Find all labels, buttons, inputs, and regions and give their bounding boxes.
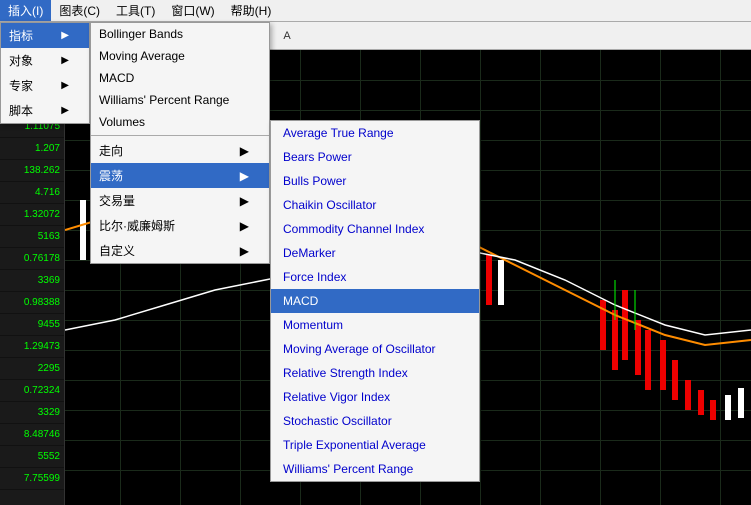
price-value: 1.29473 [0,336,64,358]
menu-item-moving-avg[interactable]: Moving Average [91,45,269,67]
menu-item-bears-power[interactable]: Bears Power [271,145,479,169]
price-value: 138.262 [0,160,64,182]
menu-item-scripts[interactable]: 脚本 ▶ [1,98,89,123]
price-value: 0.76178 [0,248,64,270]
price-value: 2295 [0,358,64,380]
menu-item-atr[interactable]: Average True Range [271,121,479,145]
price-value: 5163 [0,226,64,248]
menu-tools[interactable]: 工具(T) [108,0,163,21]
menu-window[interactable]: 窗口(W) [163,0,222,21]
menu-item-objects[interactable]: 对象 ▶ [1,48,89,73]
arrow-icon: ▶ [240,169,249,183]
menu-item-force-index[interactable]: Force Index [271,265,479,289]
price-value: 7.75599 [0,468,64,490]
arrow-icon: ▶ [240,219,249,233]
menu-item-custom[interactable]: 自定义 ▶ [91,238,269,263]
menu-item-indicators[interactable]: 指标 ▶ [1,23,89,48]
arrow-icon: ▶ [240,194,249,208]
price-value: 3369 [0,270,64,292]
dropdown-insert: 指标 ▶ 对象 ▶ 专家 ▶ 脚本 ▶ [0,22,90,124]
price-value: 1.207 [0,138,64,160]
menu-help[interactable]: 帮助(H) [223,0,280,21]
dropdown-indicators: Bollinger Bands Moving Average MACD Will… [90,22,270,264]
price-value: 9455 [0,314,64,336]
menu-item-tea[interactable]: Triple Exponential Average [271,433,479,457]
menu-item-mao[interactable]: Moving Average of Oscillator [271,337,479,361]
arrow-icon: ▶ [240,144,249,158]
menu-item-bulls-power[interactable]: Bulls Power [271,169,479,193]
menu-item-wpr[interactable]: Williams' Percent Range [271,457,479,481]
price-value: 0.98388 [0,292,64,314]
menu-item-bollinger[interactable]: Bollinger Bands [91,23,269,45]
menu-chart[interactable]: 图表(C) [51,0,108,21]
price-value: 4.716 [0,182,64,204]
dropdown-oscillators: Average True Range Bears Power Bulls Pow… [270,120,480,482]
menu-item-rsi[interactable]: Relative Strength Index [271,361,479,385]
menu-item-trend[interactable]: 走向 ▶ [91,138,269,163]
menu-item-macd-osc[interactable]: MACD [271,289,479,313]
arrow-icon: ▶ [61,105,69,116]
menu-item-macd[interactable]: MACD [91,67,269,89]
menu-item-williams[interactable]: Williams' Percent Range [91,89,269,111]
menu-item-momentum[interactable]: Momentum [271,313,479,337]
menu-item-chaikin[interactable]: Chaikin Oscillator [271,193,479,217]
price-value: 8.48746 [0,424,64,446]
arrow-icon: ▶ [61,55,69,66]
menu-item-oscillators[interactable]: 震荡 ▶ [91,163,269,188]
menu-item-demarker[interactable]: DeMarker [271,241,479,265]
menubar: 插入(I) 图表(C) 工具(T) 窗口(W) 帮助(H) [0,0,751,22]
price-value: 5552 [0,446,64,468]
price-value: 3329 [0,402,64,424]
menu-insert[interactable]: 插入(I) [0,0,51,21]
toolbar-arrow[interactable]: A [276,25,298,47]
menu-item-stochastic[interactable]: Stochastic Oscillator [271,409,479,433]
arrow-icon: ▶ [240,244,249,258]
arrow-icon: ▶ [61,30,69,41]
menu-separator [91,135,269,136]
price-value: 1.32072 [0,204,64,226]
menu-item-trading-vol[interactable]: 交易量 ▶ [91,188,269,213]
menu-item-volumes[interactable]: Volumes [91,111,269,133]
menu-item-cci[interactable]: Commodity Channel Index [271,217,479,241]
menu-item-bill-williams[interactable]: 比尔·威廉姆斯 ▶ [91,213,269,238]
menu-item-expert[interactable]: 专家 ▶ [1,73,89,98]
menu-item-rvi[interactable]: Relative Vigor Index [271,385,479,409]
arrow-icon: ▶ [61,80,69,91]
price-value: 0.72324 [0,380,64,402]
